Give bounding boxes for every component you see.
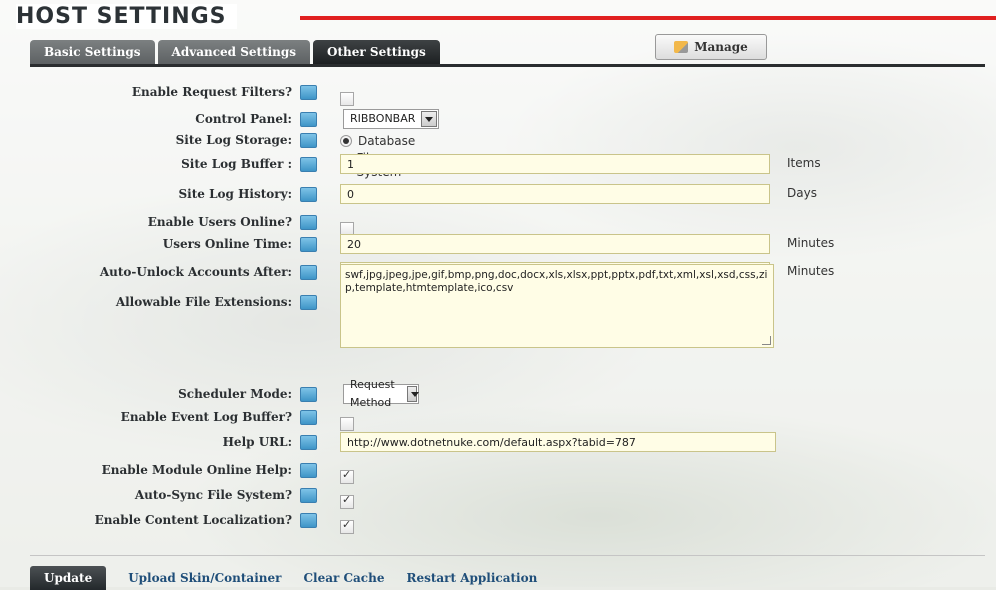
manage-button[interactable]: Manage xyxy=(655,34,767,60)
footer-actions: Update Upload Skin/Container Clear Cache… xyxy=(30,566,537,590)
help-icon[interactable] xyxy=(300,488,317,503)
help-icon[interactable] xyxy=(300,410,317,425)
request-filters-checkbox[interactable] xyxy=(340,92,354,106)
radio-database-label: Database xyxy=(358,134,416,148)
help-icon[interactable] xyxy=(300,295,317,310)
help-icon[interactable] xyxy=(300,265,317,280)
clear-cache-link[interactable]: Clear Cache xyxy=(303,571,384,585)
help-icon[interactable] xyxy=(300,387,317,402)
footer-divider xyxy=(30,555,985,556)
tab-basic-settings[interactable]: Basic Settings xyxy=(30,40,155,64)
row-event-log-buffer: Enable Event Log Buffer? xyxy=(0,404,354,431)
upload-skin-link[interactable]: Upload Skin/Container xyxy=(128,571,281,585)
control-panel-value: RIBBONBAR xyxy=(350,112,416,125)
control-panel-select[interactable]: RIBBONBAR xyxy=(343,109,440,129)
update-button[interactable]: Update xyxy=(30,566,107,590)
scheduler-mode-value: Request Method xyxy=(350,378,395,409)
row-request-filters: Enable Request Filters? xyxy=(0,79,354,106)
settings-panel: Enable Request Filters? Control Panel: R… xyxy=(0,67,996,587)
content-localization-checkbox[interactable] xyxy=(340,518,354,534)
users-online-time-input[interactable]: 20 xyxy=(340,234,770,254)
help-icon[interactable] xyxy=(300,215,317,230)
row-file-extensions: Allowable File Extensions: swf,jpg,jpeg,… xyxy=(0,264,774,348)
file-extensions-value: swf,jpg,jpeg,jpe,gif,bmp,png,doc,docx,xl… xyxy=(345,269,768,294)
label-file-extensions: Allowable File Extensions: xyxy=(115,295,292,309)
row-module-help: Enable Module Online Help: xyxy=(0,457,354,484)
label-help-url: Help URL: xyxy=(222,435,292,449)
event-log-buffer-checkbox[interactable] xyxy=(340,417,354,431)
help-icon[interactable] xyxy=(300,237,317,252)
label-site-log-history: Site Log History: xyxy=(178,187,292,201)
help-icon[interactable] xyxy=(300,133,317,148)
radio-dot xyxy=(340,135,352,147)
help-icon[interactable] xyxy=(300,435,317,450)
restart-application-link[interactable]: Restart Application xyxy=(406,571,537,585)
label-site-log-buffer: Site Log Buffer : xyxy=(181,157,292,171)
row-auto-sync: Auto-Sync File System? xyxy=(0,482,354,509)
settings-tabs: Basic Settings Advanced Settings Other S… xyxy=(30,40,440,64)
label-control-panel: Control Panel: xyxy=(195,112,292,126)
help-icon[interactable] xyxy=(300,112,317,127)
help-icon[interactable] xyxy=(300,463,317,478)
scheduler-mode-select[interactable]: Request Method xyxy=(343,378,419,409)
label-module-help: Enable Module Online Help: xyxy=(101,463,292,477)
help-icon[interactable] xyxy=(300,187,317,202)
help-icon[interactable] xyxy=(300,157,317,172)
tab-other-settings[interactable]: Other Settings xyxy=(313,40,440,64)
help-url-input[interactable]: http://www.dotnetnuke.com/default.aspx?t… xyxy=(340,432,776,452)
site-log-buffer-input[interactable]: 1 xyxy=(340,154,770,174)
resize-handle[interactable] xyxy=(762,336,771,345)
chevron-down-icon xyxy=(421,111,438,127)
title-rule xyxy=(300,16,996,20)
row-content-localization: Enable Content Localization? xyxy=(0,507,354,534)
auto-unlock-unit: Minutes xyxy=(787,264,835,278)
label-request-filters: Enable Request Filters? xyxy=(131,85,292,99)
label-auto-sync: Auto-Sync File System? xyxy=(134,488,292,502)
chevron-down-icon xyxy=(406,386,419,402)
manage-label: Manage xyxy=(694,40,748,54)
users-online-time-unit: Minutes xyxy=(787,236,835,250)
site-log-history-unit: Days xyxy=(787,186,817,200)
site-log-buffer-unit: Items xyxy=(787,156,821,170)
site-log-history-input[interactable]: 0 xyxy=(340,184,770,204)
module-help-checkbox[interactable] xyxy=(340,468,354,484)
label-scheduler-mode: Scheduler Mode: xyxy=(178,387,292,401)
help-icon[interactable] xyxy=(300,513,317,528)
radio-database[interactable]: Database xyxy=(340,134,415,148)
tab-underline xyxy=(30,64,985,67)
label-content-localization: Enable Content Localization? xyxy=(94,513,292,527)
label-auto-unlock: Auto-Unlock Accounts After: xyxy=(99,265,292,279)
tab-advanced-settings[interactable]: Advanced Settings xyxy=(157,40,311,64)
pencil-icon xyxy=(674,41,689,53)
label-event-log-buffer: Enable Event Log Buffer? xyxy=(120,410,292,424)
label-users-online: Enable Users Online? xyxy=(147,215,292,229)
label-site-log-storage: Site Log Storage: xyxy=(175,133,292,147)
label-users-online-time: Users Online Time: xyxy=(162,237,292,251)
page-title: HOST SETTINGS xyxy=(16,4,237,29)
file-extensions-textarea[interactable]: swf,jpg,jpeg,jpe,gif,bmp,png,doc,docx,xl… xyxy=(340,264,774,348)
help-icon[interactable] xyxy=(300,85,317,100)
auto-sync-checkbox[interactable] xyxy=(340,493,354,509)
